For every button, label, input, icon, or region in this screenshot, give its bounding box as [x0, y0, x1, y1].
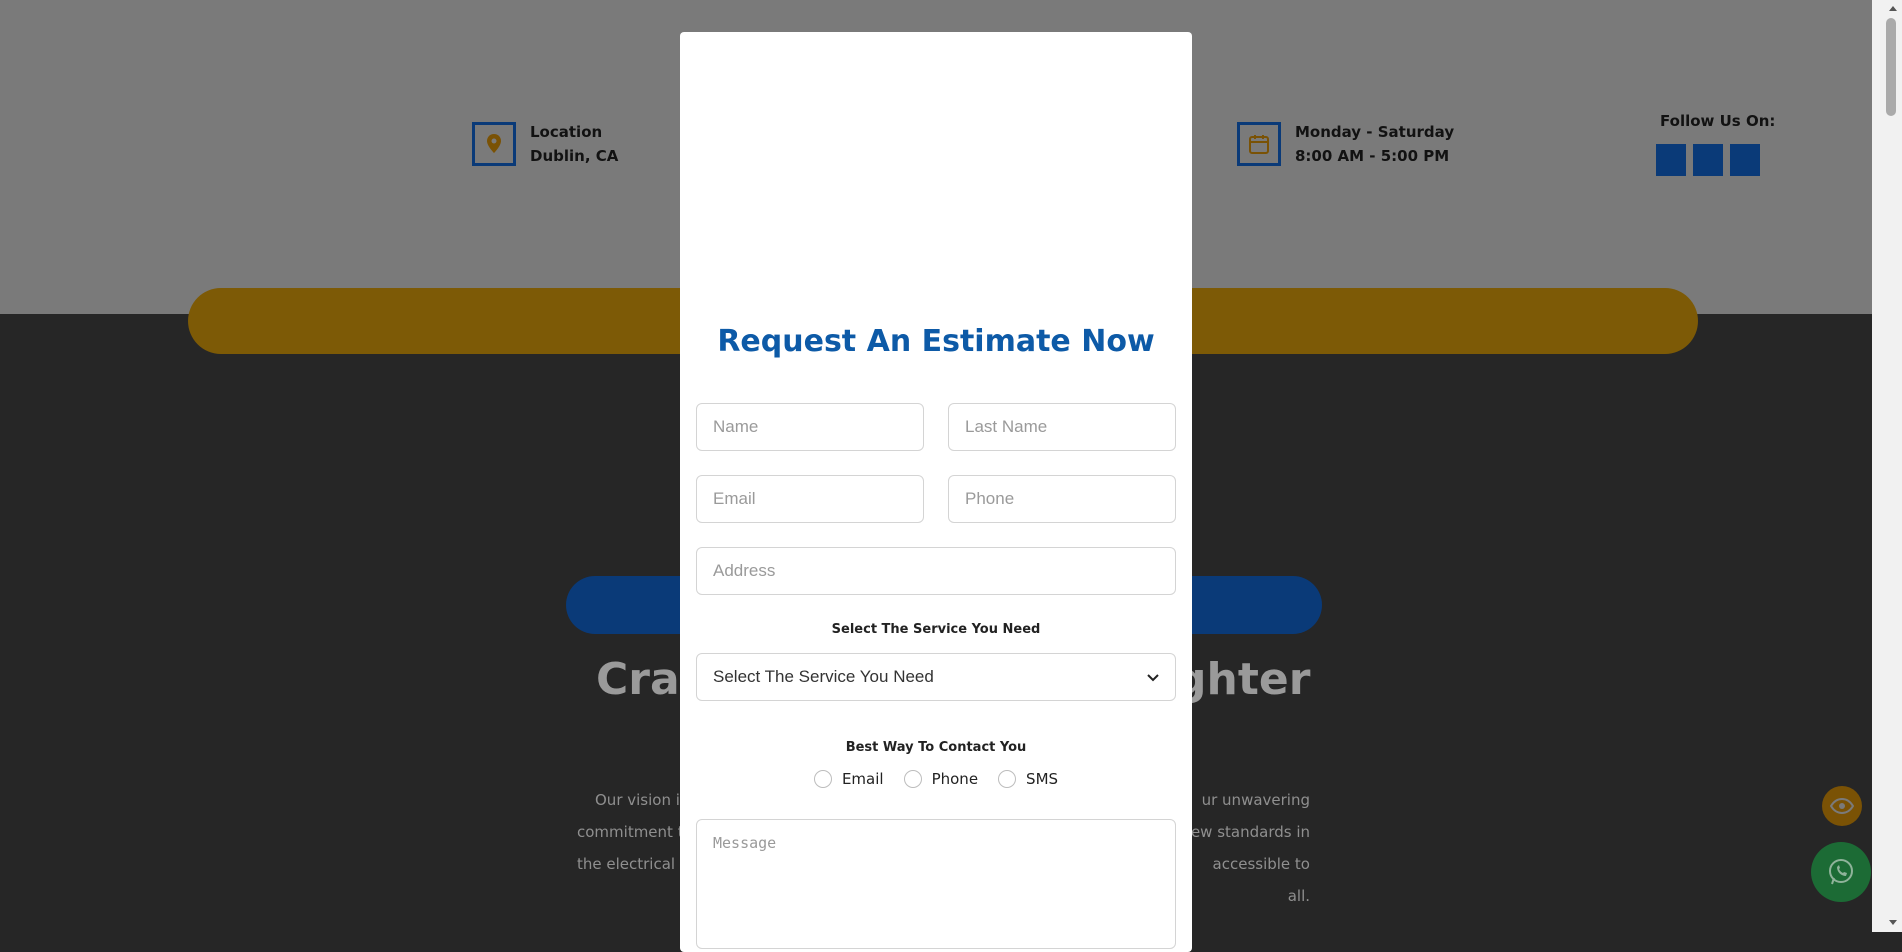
name-input[interactable]	[696, 403, 924, 451]
radio-button[interactable]	[813, 770, 832, 788]
accessibility-button[interactable]	[1822, 786, 1862, 826]
social-instagram-icon[interactable]	[1693, 144, 1723, 176]
contact-radio-group: Email Phone SMS	[680, 770, 1192, 788]
hours-info: Monday - Saturday 8:00 AM - 5:00 PM	[1237, 120, 1454, 168]
follow-label: Follow Us On:	[1660, 112, 1776, 130]
calendar-icon	[1237, 122, 1281, 166]
bg-para-left-line: Our vision is	[595, 791, 688, 809]
scroll-up-arrow-icon[interactable]	[1889, 6, 1897, 11]
address-input[interactable]	[696, 547, 1176, 595]
page-scrollbar[interactable]	[1872, 0, 1902, 932]
bg-para-right-line: accessible to all.	[1212, 855, 1310, 905]
last-name-input[interactable]	[948, 403, 1176, 451]
bg-heading-right: ghter	[1175, 654, 1311, 705]
location-label: Location	[530, 123, 603, 141]
contact-option-email[interactable]: Email	[813, 770, 884, 788]
scroll-down-arrow-icon[interactable]	[1889, 920, 1897, 925]
service-select[interactable]: Select The Service You Need	[696, 653, 1176, 701]
hours-label: Monday - Saturday	[1295, 123, 1455, 141]
chevron-down-icon	[1147, 667, 1159, 687]
estimate-modal: Request An Estimate Now Select The Servi…	[680, 32, 1192, 952]
service-select-value: Select The Service You Need	[713, 667, 934, 686]
eye-icon	[1830, 798, 1854, 814]
email-input[interactable]	[696, 475, 924, 523]
bg-para-left-line: commitment t	[577, 823, 684, 841]
social-facebook-icon[interactable]	[1656, 144, 1686, 176]
service-label: Select The Service You Need	[831, 622, 1041, 637]
bg-para-left-line: the electrical i	[577, 855, 685, 873]
phone-input[interactable]	[948, 475, 1176, 523]
map-pin-icon	[472, 122, 516, 166]
radio-label: Email	[841, 770, 884, 788]
radio-button[interactable]	[998, 770, 1017, 788]
bg-para-right: ur unwavering new standards in accessibl…	[1181, 784, 1310, 912]
social-linkedin-icon[interactable]	[1730, 144, 1760, 176]
bg-para-right-line: new standards in	[1181, 823, 1310, 841]
location-info: Location Dublin, CA	[472, 120, 618, 168]
contact-option-sms[interactable]: SMS	[998, 770, 1058, 788]
whatsapp-button[interactable]	[1811, 842, 1871, 902]
contact-option-phone[interactable]: Phone	[903, 770, 979, 788]
radio-button[interactable]	[903, 770, 922, 788]
modal-title: Request An Estimate Now	[717, 324, 1155, 359]
radio-label: Phone	[931, 770, 979, 788]
bg-para-left: Our vision is commitment t the electrica…	[577, 784, 688, 880]
contact-label: Best Way To Contact You	[845, 740, 1027, 755]
whatsapp-icon	[1829, 859, 1853, 885]
radio-label: SMS	[1026, 770, 1059, 788]
scrollbar-thumb[interactable]	[1886, 18, 1896, 116]
location-value: Dublin, CA	[530, 147, 619, 165]
bg-para-right-line: ur unwavering	[1201, 791, 1310, 809]
hours-value: 8:00 AM - 5:00 PM	[1295, 147, 1450, 165]
message-textarea[interactable]	[696, 819, 1176, 949]
